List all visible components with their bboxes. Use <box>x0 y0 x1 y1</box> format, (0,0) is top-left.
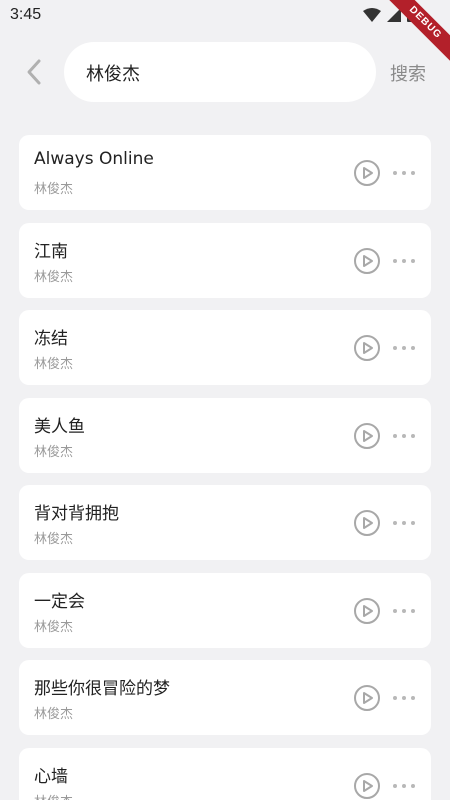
more-dot <box>411 521 415 525</box>
more-dot <box>402 783 406 788</box>
wifi-icon <box>363 7 381 22</box>
play-circle-icon <box>354 160 380 186</box>
more-button[interactable] <box>393 428 415 444</box>
song-list-item[interactable]: 美人鱼 林俊杰 <box>19 397 431 473</box>
more-dot <box>393 521 397 525</box>
more-dot <box>411 608 415 613</box>
back-button[interactable] <box>18 54 50 90</box>
play-circle-icon <box>354 597 380 624</box>
song-title: 一定会 <box>34 591 85 612</box>
play-button[interactable] <box>353 422 381 450</box>
more-dot <box>411 346 415 350</box>
more-dot <box>393 608 397 613</box>
song-list-item[interactable]: 冻结 林俊杰 <box>19 310 431 385</box>
play-circle-icon <box>354 685 380 711</box>
more-dot <box>393 258 397 263</box>
play-button[interactable] <box>353 684 381 712</box>
play-circle-icon <box>354 772 380 799</box>
more-dot <box>402 433 406 438</box>
song-list-item[interactable]: 江南 林俊杰 <box>19 222 431 298</box>
song-artist: 林俊杰 <box>34 791 73 800</box>
play-circle-icon <box>354 422 380 449</box>
play-circle-icon <box>354 335 380 361</box>
song-list-item[interactable]: Always Online 林俊杰 <box>19 135 431 210</box>
more-dot <box>411 783 415 788</box>
song-list: Always Online 林俊杰 江南 林俊杰 冻结 林俊杰 美人鱼 林俊杰 … <box>19 135 431 800</box>
more-dot <box>411 171 415 175</box>
search-box <box>64 42 376 104</box>
more-dot <box>411 258 415 263</box>
more-dot <box>411 696 415 700</box>
search-button[interactable]: 搜索 <box>390 60 426 86</box>
song-artist: 林俊杰 <box>34 269 74 285</box>
more-button[interactable] <box>393 253 415 269</box>
more-button[interactable] <box>393 778 415 794</box>
more-dot <box>393 171 397 175</box>
play-button[interactable] <box>353 159 381 187</box>
play-button[interactable] <box>353 509 381 537</box>
play-button[interactable] <box>353 334 381 362</box>
more-button[interactable] <box>393 340 415 356</box>
more-button[interactable] <box>393 515 415 531</box>
song-title: 江南 <box>34 241 68 262</box>
more-dot <box>402 608 406 613</box>
play-button[interactable] <box>353 597 381 625</box>
song-artist: 林俊杰 <box>34 619 74 635</box>
song-list-item[interactable]: 那些你很冒险的梦 林俊杰 <box>19 660 431 735</box>
more-dot <box>402 521 406 525</box>
song-list-item[interactable]: 背对背拥抱 林俊杰 <box>19 485 431 560</box>
song-title: 那些你很冒险的梦 <box>34 679 170 699</box>
status-bar: 3:45 DEBUG <box>0 0 450 69</box>
song-title: 美人鱼 <box>34 416 85 437</box>
song-artist: 林俊杰 <box>34 444 74 460</box>
song-artist: 林俊杰 <box>34 707 74 722</box>
more-dot <box>402 258 406 263</box>
more-dot <box>402 171 406 175</box>
song-title: 冻结 <box>34 329 68 349</box>
more-dot <box>402 346 406 350</box>
search-header: 搜索 <box>0 40 450 106</box>
song-artist: 林俊杰 <box>34 357 74 372</box>
more-dot <box>411 433 415 438</box>
chevron-left-icon <box>27 59 41 85</box>
more-dot <box>393 783 397 788</box>
song-title: 背对背拥抱 <box>34 504 119 524</box>
song-artist: 林俊杰 <box>34 532 74 547</box>
more-dot <box>402 696 406 700</box>
song-artist: 林俊杰 <box>34 182 74 197</box>
song-title: Always Online <box>34 149 154 169</box>
more-dot <box>393 696 397 700</box>
song-title: 心墙 <box>34 766 68 787</box>
play-button[interactable] <box>353 772 381 800</box>
search-input[interactable] <box>84 42 358 104</box>
search-results-screen: 3:45 DEBUG 搜索 Always Online <box>0 0 450 800</box>
more-dot <box>393 433 397 438</box>
more-button[interactable] <box>393 165 415 181</box>
more-button[interactable] <box>393 690 415 706</box>
status-time: 3:45 <box>10 6 42 23</box>
play-circle-icon <box>354 247 380 274</box>
song-list-item[interactable]: 心墙 林俊杰 <box>19 747 431 800</box>
more-button[interactable] <box>393 603 415 619</box>
more-dot <box>393 346 397 350</box>
play-button[interactable] <box>353 247 381 275</box>
play-circle-icon <box>354 510 380 536</box>
song-list-item[interactable]: 一定会 林俊杰 <box>19 572 431 648</box>
